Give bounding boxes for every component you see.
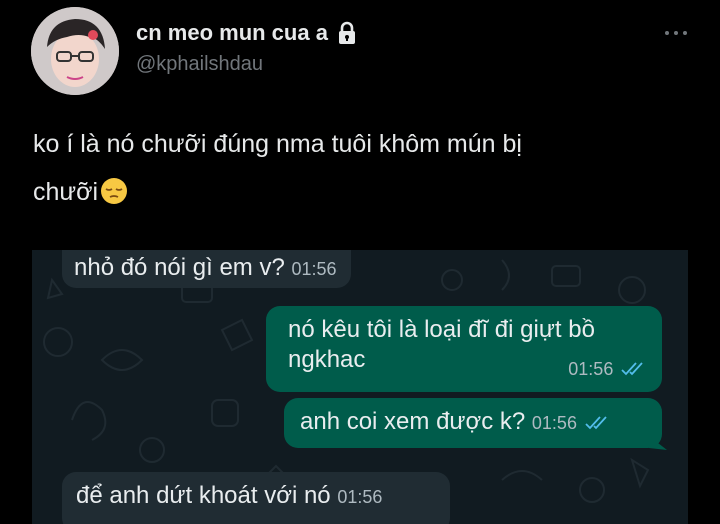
tweet-text: ko í là nó chưỡi đúng nma tuôi khôm mún …: [33, 120, 673, 216]
display-name[interactable]: cn meo mun cua a: [136, 20, 328, 46]
message-text: để anh dứt khoát với nó: [76, 482, 331, 509]
message-time: 01:56: [291, 259, 337, 279]
message-time: 01:56: [531, 413, 577, 433]
pensive-face-emoji: [100, 173, 128, 204]
message-text: nhỏ đó nói gì em v?: [74, 254, 285, 281]
tweet-text-line-2: chưỡi: [33, 178, 99, 206]
message-time: 01:56: [337, 487, 383, 507]
user-handle[interactable]: @kphailshdau: [136, 53, 263, 76]
message-text-line-1: nó kêu tôi là loại đĩ đi giựt bồ: [288, 316, 595, 343]
chat-message-outgoing: anh coi xem được k? 01:56: [284, 398, 662, 448]
chat-message-incoming: nhỏ đó nói gì em v? 01:56: [62, 250, 351, 288]
more-dots-icon[interactable]: [664, 26, 688, 38]
chat-message-outgoing: nó kêu tôi là loại đĩ đi giựt bồ ngkhac …: [266, 306, 662, 392]
lock-icon: [338, 21, 356, 45]
avatar[interactable]: [31, 7, 119, 95]
message-time: 01:56: [568, 359, 614, 379]
avatar-image: [31, 7, 119, 95]
double-check-icon: [584, 410, 610, 430]
double-check-icon: [620, 355, 646, 376]
chat-message-incoming: để anh dứt khoát với nó 01:56: [62, 472, 450, 524]
tweet-text-line-1: ko í là nó chưỡi đúng nma tuôi khôm mún …: [33, 130, 522, 158]
chat-screenshot[interactable]: nhỏ đó nói gì em v? 01:56 nó kêu tôi là …: [32, 250, 688, 524]
bubble-tail: [649, 436, 667, 450]
message-text: anh coi xem được k?: [300, 408, 526, 435]
